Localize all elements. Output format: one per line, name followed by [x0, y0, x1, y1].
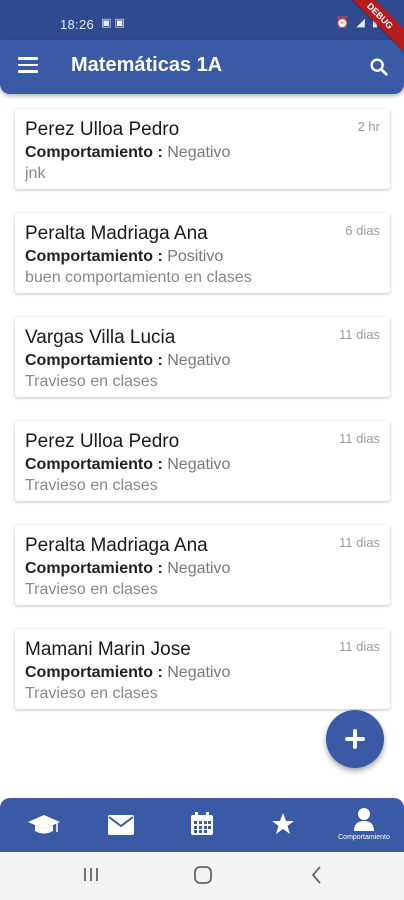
- behavior-record-card[interactable]: Peralta Madriaga Ana 6 dias Comportamien…: [15, 213, 390, 293]
- student-name: Vargas Villa Lucia: [25, 327, 176, 348]
- student-name: Peralta Madriaga Ana: [25, 535, 208, 556]
- behavior-line: Comportamiento : Negativo: [25, 352, 230, 370]
- back-icon[interactable]: [308, 864, 326, 886]
- app-bar: Matemáticas 1A: [0, 40, 404, 94]
- behavior-value: Positivo: [167, 248, 224, 265]
- record-time-ago: 11 dias: [339, 639, 380, 654]
- record-description: Travieso en clases: [25, 581, 158, 598]
- search-icon[interactable]: [368, 56, 390, 78]
- user-icon: [354, 808, 374, 831]
- behavior-line: Comportamiento : Negativo: [25, 560, 230, 578]
- record-description: jnk: [25, 165, 46, 182]
- behavior-line: Comportamiento : Positivo: [25, 248, 223, 266]
- behavior-label: Comportamiento :: [25, 560, 163, 577]
- behavior-value: Negativo: [167, 144, 231, 161]
- student-name: Perez Ulloa Pedro: [25, 431, 180, 452]
- status-notification-icons: ▣ ▣: [101, 17, 125, 29]
- record-time-ago: 6 dias: [345, 223, 380, 238]
- behavior-value: Negativo: [167, 560, 231, 577]
- behavior-line: Comportamiento : Negativo: [25, 144, 230, 162]
- status-bar: 18:26 ▣ ▣ ⏰ ◢ ▮: [0, 0, 404, 40]
- behavior-record-card[interactable]: Mamani Marin Jose 11 dias Comportamiento…: [15, 629, 390, 709]
- behavior-line: Comportamiento : Negativo: [25, 456, 230, 474]
- record-description: Travieso en clases: [25, 685, 158, 702]
- student-name: Perez Ulloa Pedro: [25, 119, 180, 140]
- nav-item-calendar[interactable]: [172, 798, 232, 852]
- behavior-record-card[interactable]: Perez Ulloa Pedro 11 dias Comportamiento…: [15, 421, 390, 501]
- record-description: Travieso en clases: [25, 373, 158, 390]
- nav-item-courses[interactable]: [14, 798, 74, 852]
- add-record-button[interactable]: [326, 710, 384, 768]
- record-time-ago: 11 dias: [339, 535, 380, 550]
- record-time-ago: 2 hr: [357, 119, 380, 134]
- behavior-label: Comportamiento :: [25, 456, 163, 473]
- behavior-value: Negativo: [167, 664, 231, 681]
- record-description: buen comportamiento en clases: [25, 269, 252, 286]
- calendar-icon: [191, 812, 213, 835]
- star-icon: [272, 813, 294, 834]
- behavior-record-card[interactable]: Perez Ulloa Pedro 2 hr Comportamiento : …: [15, 109, 390, 189]
- page-title: Matemáticas 1A: [71, 54, 223, 76]
- student-name: Peralta Madriaga Ana: [25, 223, 208, 244]
- system-navigation-bar: [0, 852, 404, 900]
- behavior-label: Comportamiento :: [25, 144, 163, 161]
- nav-label-comportamiento: Comportamiento: [338, 834, 390, 841]
- behavior-value: Negativo: [167, 456, 231, 473]
- student-name: Mamani Marin Jose: [25, 639, 191, 660]
- bottom-navigation: Comportamiento: [0, 798, 404, 852]
- nav-item-favorites[interactable]: [253, 798, 313, 852]
- record-time-ago: 11 dias: [339, 327, 380, 342]
- graduation-cap-icon: [28, 815, 60, 834]
- record-description: Travieso en clases: [25, 477, 158, 494]
- behavior-label: Comportamiento :: [25, 248, 163, 265]
- behavior-value: Negativo: [167, 352, 231, 369]
- nav-item-messages[interactable]: [91, 798, 151, 852]
- home-icon[interactable]: [192, 864, 214, 886]
- behavior-label: Comportamiento :: [25, 352, 163, 369]
- behavior-label: Comportamiento :: [25, 664, 163, 681]
- recent-apps-icon[interactable]: [82, 864, 100, 884]
- behavior-record-list: Perez Ulloa Pedro 2 hr Comportamiento : …: [15, 109, 390, 733]
- behavior-record-card[interactable]: Peralta Madriaga Ana 11 dias Comportamie…: [15, 525, 390, 605]
- behavior-record-card[interactable]: Vargas Villa Lucia 11 dias Comportamient…: [15, 317, 390, 397]
- nav-item-comportamiento[interactable]: Comportamiento: [334, 798, 394, 852]
- menu-icon[interactable]: [18, 57, 38, 77]
- record-time-ago: 11 dias: [339, 431, 380, 446]
- status-time: 18:26: [60, 17, 95, 32]
- behavior-line: Comportamiento : Negativo: [25, 664, 230, 682]
- envelope-icon: [108, 815, 134, 835]
